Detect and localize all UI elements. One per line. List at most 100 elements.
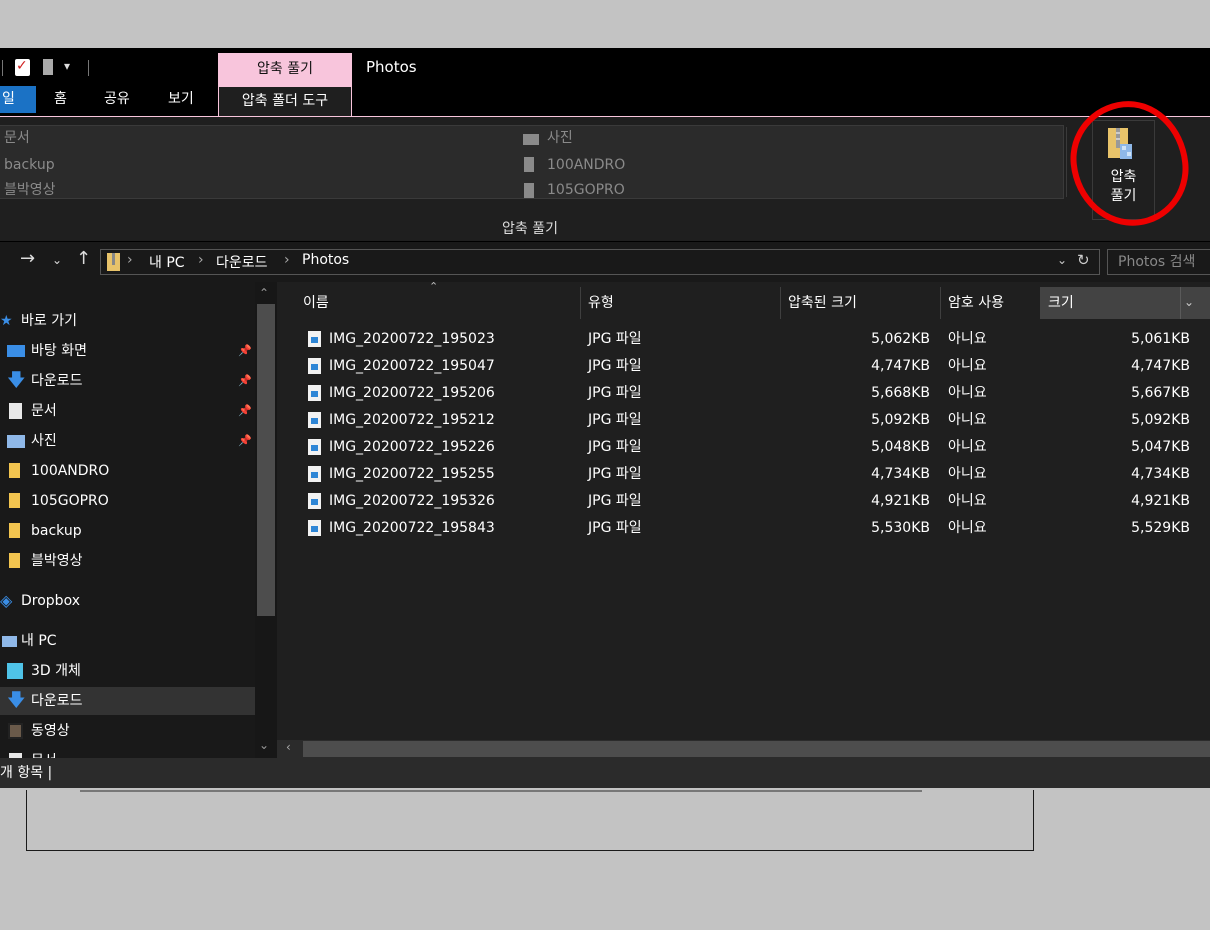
column-header-compressed-size[interactable]: 압축된 크기 (788, 287, 857, 319)
column-header-size-box[interactable]: 크기 ⌄ (1040, 287, 1210, 319)
nav-item-105gopro[interactable]: 105GOPRO (0, 487, 255, 515)
file-list-horizontal-scrollbar[interactable]: ‹ (277, 740, 1210, 758)
nav-item-desktop[interactable]: 바탕 화면 📌 (0, 337, 255, 365)
table-row[interactable]: IMG_20200722_195226 JPG 파일 5,048KB 아니요 5,047… (277, 434, 1210, 461)
column-divider[interactable] (580, 287, 581, 319)
file-list: ⌃ 이름 유형 압축된 크기 암호 사용 크기 ⌄ IMG_20200722_1… (277, 280, 1210, 758)
document-icon (9, 403, 22, 419)
nav-item-dashcam[interactable]: 블박영상 (0, 547, 255, 575)
file-type: JPG 파일 (588, 358, 642, 374)
tab-home[interactable]: 홈 (54, 86, 67, 113)
file-compressed-size: 4,747KB (871, 358, 930, 374)
file-name: IMG_20200722_195255 (329, 466, 495, 482)
table-row[interactable]: IMG_20200722_195047 JPG 파일 4,747KB 아니요 4,747… (277, 353, 1210, 380)
folder-icon (524, 183, 534, 198)
column-header-name[interactable]: 이름 (303, 287, 329, 319)
file-name: IMG_20200722_195206 (329, 385, 495, 401)
destination-dashcam[interactable]: 블박영상 (4, 181, 56, 199)
pin-icon[interactable]: 📌 (238, 337, 252, 365)
ribbon-group-label: 압축 풀기 (502, 221, 558, 237)
video-icon (8, 723, 23, 739)
table-row[interactable]: IMG_20200722_195255 JPG 파일 4,734KB 아니요 4,734… (277, 461, 1210, 488)
nav-item-3d-objects[interactable]: 3D 개체 (0, 657, 255, 685)
scrollbar-thumb[interactable] (257, 304, 275, 616)
scroll-up-chevron-icon[interactable]: ⌃ (259, 286, 269, 300)
address-dropdown-chevron-icon[interactable]: ⌄ (1057, 253, 1067, 267)
scroll-down-chevron-icon[interactable]: ⌄ (259, 738, 269, 752)
up-arrow-icon[interactable]: ↑ (76, 248, 91, 269)
nav-item-label: 3D 개체 (31, 663, 81, 679)
nav-item-100andro[interactable]: 100ANDRO (0, 457, 255, 485)
breadcrumb-photos[interactable]: Photos (302, 252, 349, 268)
toolbar-separator (88, 60, 89, 76)
pin-icon[interactable]: 📌 (238, 427, 252, 455)
nav-item-label: 사진 (31, 433, 57, 449)
nav-pane-scrollbar[interactable]: ⌃ ⌄ (255, 282, 277, 758)
download-icon: 🡇 (7, 370, 26, 391)
column-header-password[interactable]: 암호 사용 (948, 287, 1004, 319)
nav-item-documents[interactable]: 문서 (0, 747, 255, 758)
refresh-icon[interactable]: ↻ (1077, 251, 1090, 269)
file-type: JPG 파일 (588, 412, 642, 428)
column-header-type[interactable]: 유형 (588, 287, 614, 319)
file-password: 아니요 (948, 439, 987, 455)
destination-105gopro[interactable]: 105GOPRO (547, 181, 625, 199)
file-name: IMG_20200722_195326 (329, 493, 495, 509)
nav-item-label: 바탕 화면 (31, 343, 87, 359)
scrollbar-thumb[interactable] (303, 741, 1210, 757)
pin-icon[interactable]: 📌 (238, 397, 252, 425)
breadcrumb-my-pc[interactable]: 내 PC (149, 252, 185, 272)
forward-arrow-icon[interactable]: → (20, 248, 35, 269)
file-type: JPG 파일 (588, 439, 642, 455)
scroll-left-chevron-icon[interactable]: ‹ (286, 740, 291, 754)
nav-item-quick-access[interactable]: ★ 바로 가기 (0, 307, 255, 335)
destination-documents[interactable]: 문서 (4, 129, 30, 147)
nav-item-pictures-pinned[interactable]: 사진 📌 (0, 427, 255, 455)
column-divider[interactable] (940, 287, 941, 319)
jpg-file-icon (308, 358, 321, 374)
tab-view[interactable]: 보기 (168, 86, 194, 113)
nav-item-label: 100ANDRO (31, 463, 110, 479)
address-input[interactable]: › 내 PC › 다운로드 › Photos ⌄ ↻ (100, 249, 1100, 275)
table-row[interactable]: IMG_20200722_195023 JPG 파일 5,062KB 아니요 5,061… (277, 326, 1210, 353)
search-input[interactable]: Photos 검색 (1107, 249, 1210, 275)
nav-item-label: 105GOPRO (31, 493, 109, 509)
sort-ascending-chevron-icon: ⌃ (429, 280, 439, 293)
folder-icon (524, 157, 534, 172)
recent-locations-chevron-icon[interactable]: ⌄ (52, 253, 62, 267)
nav-item-videos[interactable]: 동영상 (0, 717, 255, 745)
nav-item-downloads-pinned[interactable]: 🡇 다운로드 📌 (0, 367, 255, 395)
column-filter-chevron-icon[interactable]: ⌄ (1184, 287, 1194, 317)
file-password: 아니요 (948, 520, 987, 536)
folder-icon (9, 463, 20, 478)
customize-toolbar-chevron-icon[interactable]: ▾ (64, 58, 70, 74)
background-document-line (80, 790, 922, 792)
nav-item-my-pc[interactable]: 내 PC (0, 627, 255, 655)
dropbox-icon: ◈ (0, 591, 13, 610)
properties-check-icon[interactable]: ✓ (15, 58, 30, 76)
table-row[interactable]: IMG_20200722_195326 JPG 파일 4,921KB 아니요 4,921… (277, 488, 1210, 515)
file-password: 아니요 (948, 466, 987, 482)
destination-backup[interactable]: backup (4, 156, 55, 174)
pin-icon[interactable]: 📌 (238, 367, 252, 395)
breadcrumb-downloads[interactable]: 다운로드 (216, 252, 268, 272)
column-divider[interactable] (780, 287, 781, 319)
extract-context-tab-header: 압축 풀기 (218, 53, 352, 86)
table-row[interactable]: IMG_20200722_195206 JPG 파일 5,668KB 아니요 5,667… (277, 380, 1210, 407)
jpg-file-icon (308, 412, 321, 428)
table-row[interactable]: IMG_20200722_195212 JPG 파일 5,092KB 아니요 5,092… (277, 407, 1210, 434)
file-size: 5,667KB (1131, 385, 1190, 401)
nav-item-dropbox[interactable]: ◈ Dropbox (0, 587, 255, 615)
nav-item-downloads[interactable]: 🡇 다운로드 (0, 687, 255, 715)
tab-share[interactable]: 공유 (104, 86, 130, 113)
nav-item-documents-pinned[interactable]: 문서 📌 (0, 397, 255, 425)
destination-100andro[interactable]: 100ANDRO (547, 156, 625, 174)
download-icon: 🡇 (7, 690, 26, 711)
new-folder-icon[interactable] (43, 59, 53, 75)
file-size: 4,921KB (1131, 493, 1190, 509)
table-row[interactable]: IMG_20200722_195843 JPG 파일 5,530KB 아니요 5,529… (277, 515, 1210, 542)
nav-item-backup[interactable]: backup (0, 517, 255, 545)
destination-pictures[interactable]: 사진 (547, 129, 573, 147)
tab-compressed-folder-tools[interactable]: 압축 폴더 도구 (218, 86, 352, 117)
file-tab[interactable]: 일 (0, 86, 36, 113)
